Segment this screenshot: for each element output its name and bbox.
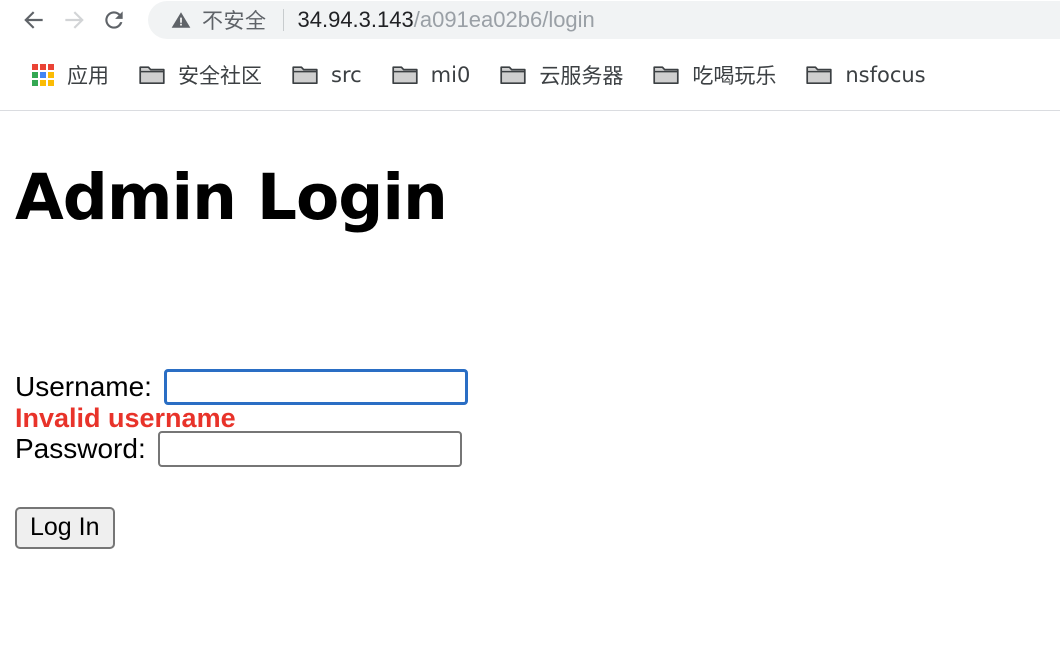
bookmark-folder-mi0[interactable]: mi0 <box>386 55 477 95</box>
omnibox-divider <box>282 9 284 31</box>
bookmark-label: 吃喝玩乐 <box>692 64 777 88</box>
url-host: 34.94.3.143 <box>297 7 414 32</box>
password-row: Password: <box>15 431 468 467</box>
bookmark-label: 安全社区 <box>178 64 262 88</box>
bookmark-label: mi0 <box>430 63 471 87</box>
bookmark-label: 云服务器 <box>539 64 624 88</box>
bookmark-folder-nsfocus[interactable]: nsfocus <box>800 55 931 95</box>
bookmark-folder-yunfuwuqi[interactable]: 云服务器 <box>494 55 629 95</box>
reload-button[interactable] <box>94 0 134 40</box>
bookmark-apps[interactable]: 应用 <box>26 55 115 95</box>
login-button[interactable]: Log In <box>15 507 115 550</box>
username-label: Username: <box>15 371 152 402</box>
bookmarks-bar: 应用 安全社区 src mi0 云服务器 吃喝玩乐 nsfocus <box>0 40 1060 110</box>
username-row: Username: <box>15 369 468 405</box>
folder-icon <box>653 64 679 86</box>
bookmark-folder-chihewanle[interactable]: 吃喝玩乐 <box>647 55 782 95</box>
bookmark-folder-anquanshequ[interactable]: 安全社区 <box>133 55 268 95</box>
url-path: /a091ea02b6/login <box>413 7 595 32</box>
bookmark-label: 应用 <box>67 64 109 88</box>
security-status-label: 不安全 <box>202 9 267 33</box>
page-content: Admin Login Invalid username Username: P… <box>0 111 1060 670</box>
back-button[interactable] <box>14 0 54 40</box>
arrow-left-icon <box>21 7 47 33</box>
address-bar[interactable]: 不安全 34.94.3.143/a091ea02b6/login <box>148 1 1060 39</box>
browser-chrome: 不安全 34.94.3.143/a091ea02b6/login 应用 安全社区… <box>0 0 1060 111</box>
folder-icon <box>806 64 832 86</box>
browser-toolbar: 不安全 34.94.3.143/a091ea02b6/login <box>0 0 1060 40</box>
apps-grid-icon <box>32 64 54 86</box>
reload-icon <box>101 7 127 33</box>
password-input[interactable] <box>157 431 462 467</box>
bookmark-folder-src[interactable]: src <box>286 55 368 95</box>
arrow-right-icon <box>61 7 87 33</box>
bookmark-label: nsfocus <box>845 63 926 87</box>
folder-icon <box>392 64 418 86</box>
folder-icon <box>139 64 165 86</box>
page-title: Admin Login <box>15 161 448 234</box>
warning-triangle-icon[interactable] <box>170 9 192 31</box>
bookmark-label: src <box>331 63 362 87</box>
folder-icon <box>500 64 526 86</box>
folder-icon <box>292 64 318 86</box>
forward-button[interactable] <box>54 0 94 40</box>
login-form: Username: Password: Log In <box>15 369 468 550</box>
username-input[interactable] <box>163 369 468 405</box>
url-text: 34.94.3.143/a091ea02b6/login <box>298 7 595 33</box>
password-label: Password: <box>15 433 146 464</box>
